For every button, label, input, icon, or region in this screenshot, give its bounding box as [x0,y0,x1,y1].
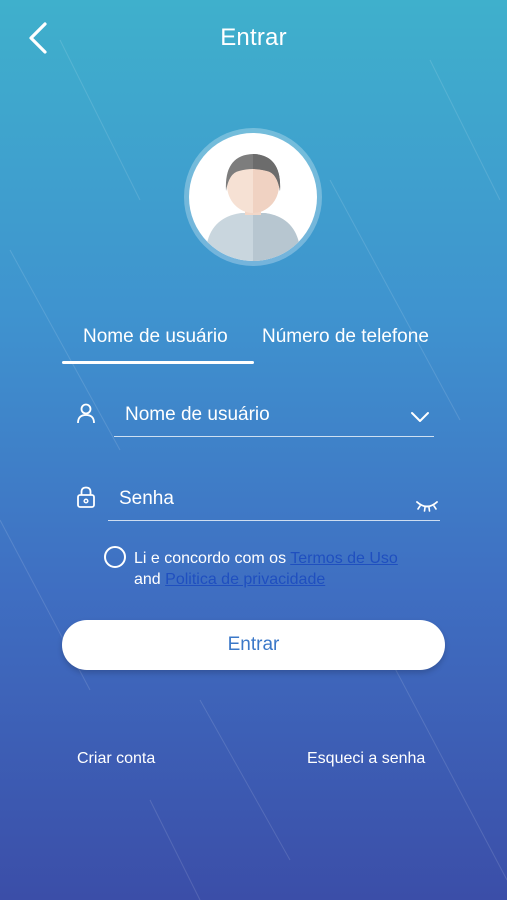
eye-closed-icon[interactable] [414,497,440,515]
password-input[interactable] [119,481,399,517]
login-screen: Entrar Nome de usuário Número de telefon… [0,0,507,900]
username-field [70,393,434,437]
agreement-prefix: Li e concordo com os [134,550,291,567]
username-input[interactable] [125,397,395,433]
terms-of-use-link[interactable]: Termos de Uso [290,550,398,567]
tab-phone-number[interactable]: Número de telefone [262,318,429,364]
login-button[interactable]: Entrar [62,620,445,670]
privacy-policy-link[interactable]: Politica de privacidade [165,571,325,588]
forgot-password-link[interactable]: Esqueci a senha [307,750,425,768]
lock-icon [77,486,95,508]
top-bar: Entrar [0,0,507,80]
agree-checkbox[interactable] [104,546,126,568]
active-tab-indicator [62,361,254,364]
username-underline [114,436,434,437]
user-icon [77,403,95,424]
agreement-connector: and [134,571,166,588]
tab-username[interactable]: Nome de usuário [83,318,228,364]
password-underline [108,520,440,521]
page-title: Entrar [220,24,287,51]
login-method-tabs: Nome de usuário Número de telefone [60,318,450,366]
avatar [184,128,322,266]
agreement-text: Li e concordo com os Termos de Uso and P… [134,548,454,590]
create-account-link[interactable]: Criar conta [77,750,155,768]
password-field [70,477,440,521]
user-avatar-icon [207,154,299,261]
chevron-down-icon[interactable] [408,407,432,427]
